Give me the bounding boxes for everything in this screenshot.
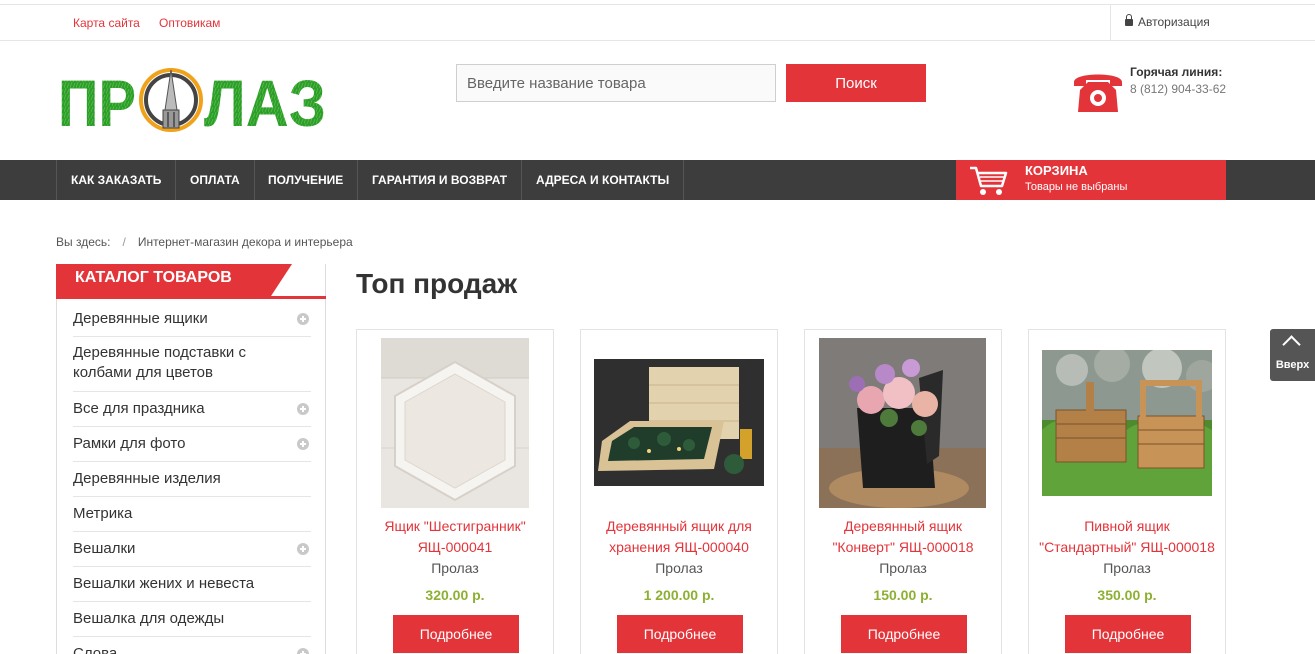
catalog-item-wedding-hangers[interactable]: Вешалки жених и невеста: [73, 567, 311, 602]
catalog-item-words[interactable]: Слова: [73, 637, 311, 654]
expand-plus-icon[interactable]: [297, 543, 309, 555]
product-image[interactable]: [381, 338, 529, 508]
product-name[interactable]: Пивной ящик "Стандартный" ЯЩ-000018: [1029, 516, 1225, 558]
expand-plus-icon[interactable]: [297, 648, 309, 654]
catalog-item-label: Деревянные подставки с колбами для цвето…: [73, 344, 246, 381]
product-card: Деревянный ящик для хранения ЯЩ-000040 П…: [580, 329, 778, 654]
details-button[interactable]: Подробнее: [617, 615, 743, 653]
catalog-item-clothes-hanger[interactable]: Вешалка для одежды: [73, 602, 311, 637]
catalog-item-wooden-products[interactable]: Деревянные изделия: [73, 462, 311, 497]
expand-plus-icon[interactable]: [297, 313, 309, 325]
catalog-item-label: Вешалка для одежды: [73, 610, 225, 627]
catalog-item-wooden-boxes[interactable]: Деревянные ящики: [73, 302, 311, 337]
product-card: Пивной ящик "Стандартный" ЯЩ-000018 Прол…: [1028, 329, 1226, 654]
product-image[interactable]: [1042, 350, 1212, 496]
login-label: Авторизация: [1138, 15, 1210, 29]
catalog-item-label: Деревянные ящики: [73, 310, 208, 327]
cart-status: Товары не выбраны: [1025, 181, 1128, 193]
nav-payment[interactable]: ОПЛАТА: [176, 160, 255, 200]
wholesale-link[interactable]: Оптовикам: [159, 16, 220, 30]
catalog-item-metrics[interactable]: Метрика: [73, 497, 311, 532]
catalog-item-label: Вешалки: [73, 540, 136, 557]
expand-plus-icon[interactable]: [297, 438, 309, 450]
top-bar: Карта сайта Оптовикам Авторизация: [0, 4, 1315, 41]
nav-contacts[interactable]: АДРЕСА И КОНТАКТЫ: [522, 160, 685, 200]
breadcrumb: Вы здесь: / Интернет-магазин декора и инте…: [56, 235, 353, 249]
catalog-item-label: Слова: [73, 645, 118, 654]
product-price: 1 200.00 р.: [643, 587, 715, 603]
details-button[interactable]: Подробнее: [841, 615, 967, 653]
hotline-title: Горячая линия:: [1130, 65, 1223, 79]
catalog-item-label: Рамки для фото: [73, 435, 186, 452]
scroll-top-button[interactable]: Вверх: [1270, 329, 1315, 381]
product-brand: Пролаз: [1103, 560, 1151, 576]
expand-plus-icon[interactable]: [297, 403, 309, 415]
catalog-item-hangers[interactable]: Вешалки: [73, 532, 311, 567]
product-brand: Пролаз: [655, 560, 703, 576]
product-name[interactable]: Деревянный ящик для хранения ЯЩ-000040: [581, 516, 777, 558]
cart-icon: [968, 164, 1008, 198]
catalog-sidebar: КАТАЛОГ ТОВАРОВ Деревянные ящики Деревян…: [56, 264, 326, 654]
product-brand: Пролаз: [879, 560, 927, 576]
nav-how-to-order[interactable]: КАК ЗАКАЗАТЬ: [56, 160, 177, 200]
product-image[interactable]: [594, 359, 764, 486]
lock-icon: [1125, 14, 1133, 26]
catalog-item-holiday[interactable]: Все для праздника: [73, 392, 311, 427]
login-link[interactable]: Авторизация: [1110, 5, 1315, 40]
catalog-item-label: Вешалки жених и невеста: [73, 575, 255, 592]
product-card: Ящик "Шестигранник" ЯЩ-000041 Пролаз 320…: [356, 329, 554, 654]
cart-title: КОРЗИНА: [1025, 163, 1088, 178]
search-input[interactable]: [456, 64, 776, 102]
catalog-item-label: Деревянные изделия: [73, 470, 221, 487]
catalog-item-label: Все для праздника: [73, 400, 205, 417]
breadcrumb-separator: /: [122, 235, 126, 249]
site-logo[interactable]: ПР ЛАЗ: [58, 64, 328, 140]
scroll-top-label: Вверх: [1275, 359, 1310, 371]
details-button[interactable]: Подробнее: [1065, 615, 1191, 653]
nav-delivery[interactable]: ПОЛУЧЕНИЕ: [254, 160, 359, 200]
product-price: 350.00 р.: [1097, 587, 1157, 603]
nav-warranty[interactable]: ГАРАНТИЯ И ВОЗВРАТ: [358, 160, 523, 200]
phone-icon: [1070, 68, 1126, 114]
catalog-item-photo-frames[interactable]: Рамки для фото: [73, 427, 311, 462]
catalog-item-label: Метрика: [73, 505, 133, 522]
catalog-item-flower-stands[interactable]: Деревянные подставки с колбами для цвето…: [73, 337, 311, 392]
details-button[interactable]: Подробнее: [393, 615, 519, 653]
product-brand: Пролаз: [431, 560, 479, 576]
svg-text:ЛАЗ: ЛАЗ: [204, 66, 326, 136]
breadcrumb-prefix: Вы здесь:: [56, 235, 111, 249]
breadcrumb-current[interactable]: Интернет-магазин декора и интерьера: [138, 235, 353, 249]
catalog-list: Деревянные ящики Деревянные подставки с …: [73, 302, 311, 654]
product-price: 320.00 р.: [425, 587, 485, 603]
svg-text:ПР: ПР: [58, 66, 136, 136]
product-card: Деревянный ящик "Конверт" ЯЩ-000018 Прол…: [804, 329, 1002, 654]
product-name[interactable]: Деревянный ящик "Конверт" ЯЩ-000018: [805, 516, 1001, 558]
chevron-up-icon: [1282, 335, 1301, 354]
page-title: Топ продаж: [356, 268, 518, 299]
product-name[interactable]: Ящик "Шестигранник" ЯЩ-000041: [357, 516, 553, 558]
catalog-header: КАТАЛОГ ТОВАРОВ: [56, 264, 326, 299]
hotline-phone[interactable]: 8 (812) 904-33-62: [1130, 82, 1226, 96]
product-image[interactable]: [819, 338, 986, 508]
product-price: 150.00 р.: [873, 587, 933, 603]
catalog-title: КАТАЛОГ ТОВАРОВ: [56, 264, 292, 296]
cart-widget[interactable]: КОРЗИНА Товары не выбраны: [956, 160, 1226, 200]
sitemap-link[interactable]: Карта сайта: [73, 16, 140, 30]
search-button[interactable]: Поиск: [786, 64, 926, 102]
